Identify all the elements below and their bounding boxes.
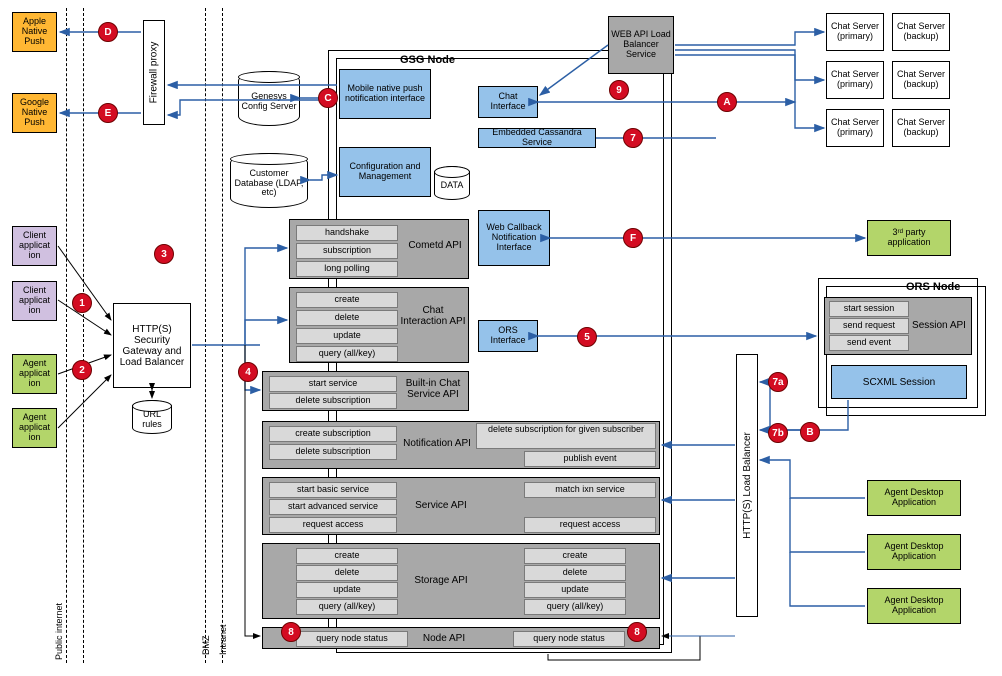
client-app-1: Client applicat ion xyxy=(12,226,57,266)
badge-B: B xyxy=(800,422,820,442)
notif-r1: publish event xyxy=(524,451,656,467)
builtin-row-1: delete subscription xyxy=(269,393,397,409)
storage-r1: delete xyxy=(524,565,626,581)
web-callback-if: Web Callback Notification Interface xyxy=(478,210,550,266)
storage-l2: update xyxy=(296,582,398,598)
chat-interface: Chat Interface xyxy=(478,86,538,118)
storage-l1: delete xyxy=(296,565,398,581)
badge-D: D xyxy=(98,22,118,42)
apple-native-push: Apple Native Push xyxy=(12,12,57,52)
chat-backup-2: Chat Server (backup) xyxy=(892,61,950,99)
badge-4: 4 xyxy=(238,362,258,382)
badge-7b: 7b xyxy=(768,423,788,443)
agent-desktop-2: Agent Desktop Application xyxy=(867,534,961,570)
storage-r2: update xyxy=(524,582,626,598)
svc-l1: start advanced service xyxy=(269,499,397,515)
badge-C: C xyxy=(318,88,338,108)
chat-ixn-row-1: delete xyxy=(296,310,398,326)
customer-database: Customer Database (LDAP, etc) xyxy=(230,153,308,208)
chat-backup-1: Chat Server (backup) xyxy=(892,13,950,51)
http-lb-label: HTTP(S) Load Balancer xyxy=(742,432,753,539)
badge-8-right: 8 xyxy=(627,622,647,642)
sep-dmz-1 xyxy=(205,8,206,663)
badge-5: 5 xyxy=(577,327,597,347)
embedded-cassandra: Embedded Cassandra Service xyxy=(478,128,596,148)
third-party-app: 3ʳᵈ party application xyxy=(867,220,951,256)
sep-dmz-2 xyxy=(222,8,223,663)
storage-r3: query (all/key) xyxy=(524,599,626,615)
chat-ixn-row-0: create xyxy=(296,292,398,308)
label-intranet: Intranet xyxy=(218,624,228,655)
http-gateway: HTTP(S) Security Gateway and Load Balanc… xyxy=(113,303,191,388)
mobile-push-if: Mobile native push notification interfac… xyxy=(339,69,431,119)
svc-r2: request access xyxy=(524,517,656,533)
node-title: Node API xyxy=(414,633,474,644)
cometd-row-2: long polling xyxy=(296,261,398,277)
url-rules: URL rules xyxy=(132,400,172,434)
agent-app-1: Agent applicat ion xyxy=(12,354,57,394)
gsg-title: GSG Node xyxy=(400,54,455,66)
svc-r0: match ixn service xyxy=(524,482,656,498)
badge-7a: 7a xyxy=(768,372,788,392)
badge-9: 9 xyxy=(609,80,629,100)
chat-primary-2: Chat Server (primary) xyxy=(826,61,884,99)
svc-title: Service API xyxy=(406,500,476,511)
node-r: query node status xyxy=(513,631,625,647)
svc-l0: start basic service xyxy=(269,482,397,498)
badge-8-left: 8 xyxy=(281,622,301,642)
notif-r0: delete subscription for given subscriber xyxy=(476,423,656,449)
badge-E: E xyxy=(98,103,118,123)
storage-l3: query (all/key) xyxy=(296,599,398,615)
http-load-balancer: HTTP(S) Load Balancer xyxy=(736,354,758,617)
badge-3: 3 xyxy=(154,244,174,264)
node-l: query node status xyxy=(296,631,408,647)
cometd-row-1: subscription xyxy=(296,243,398,259)
badge-1: 1 xyxy=(72,293,92,313)
chat-ixn-title: Chat Interaction API xyxy=(398,305,468,327)
genesys-config-server: Genesys Config Server xyxy=(238,71,300,126)
client-app-2: Client applicat ion xyxy=(12,281,57,321)
svc-l2: request access xyxy=(269,517,397,533)
session-r1: send request xyxy=(829,318,909,334)
firewall-label: Firewall proxy xyxy=(149,42,160,104)
badge-7: 7 xyxy=(623,128,643,148)
chat-ixn-row-2: update xyxy=(296,328,398,344)
session-title: Session API xyxy=(908,320,970,331)
session-r0: start session xyxy=(829,301,909,317)
storage-l0: create xyxy=(296,548,398,564)
badge-2: 2 xyxy=(72,360,92,380)
badge-F: F xyxy=(623,228,643,248)
notif-title: Notification API xyxy=(398,438,476,449)
scxml-session: SCXML Session xyxy=(831,365,967,399)
agent-desktop-1: Agent Desktop Application xyxy=(867,480,961,516)
chat-primary-3: Chat Server (primary) xyxy=(826,109,884,147)
notif-l1: delete subscription xyxy=(269,444,397,460)
storage-r0: create xyxy=(524,548,626,564)
google-native-push: Google Native Push xyxy=(12,93,57,133)
builtin-row-0: start service xyxy=(269,376,397,392)
cometd-title: Cometd API xyxy=(400,240,470,251)
builtin-title: Built-in Chat Service API xyxy=(398,378,468,400)
agent-app-2: Agent applicat ion xyxy=(12,408,57,448)
firewall-proxy: Firewall proxy xyxy=(143,20,165,125)
agent-desktop-3: Agent Desktop Application xyxy=(867,588,961,624)
badge-A: A xyxy=(717,92,737,112)
storage-title: Storage API xyxy=(406,575,476,586)
label-public: Public internet xyxy=(54,603,64,660)
sep-public-1 xyxy=(66,8,67,663)
chat-primary-1: Chat Server (primary) xyxy=(826,13,884,51)
ors-title: ORS Node xyxy=(906,281,960,293)
notif-l0: create subscription xyxy=(269,426,397,442)
ors-interface: ORS Interface xyxy=(478,320,538,352)
label-dmz: DMZ xyxy=(201,636,211,656)
cfg-mgmt: Configuration and Management xyxy=(339,147,431,197)
chat-ixn-row-3: query (all/key) xyxy=(296,346,398,362)
chat-backup-3: Chat Server (backup) xyxy=(892,109,950,147)
sep-public-2 xyxy=(83,8,84,663)
session-r2: send event xyxy=(829,335,909,351)
cometd-row-0: handshake xyxy=(296,225,398,241)
web-api-lb: WEB API Load Balancer Service xyxy=(608,16,674,74)
